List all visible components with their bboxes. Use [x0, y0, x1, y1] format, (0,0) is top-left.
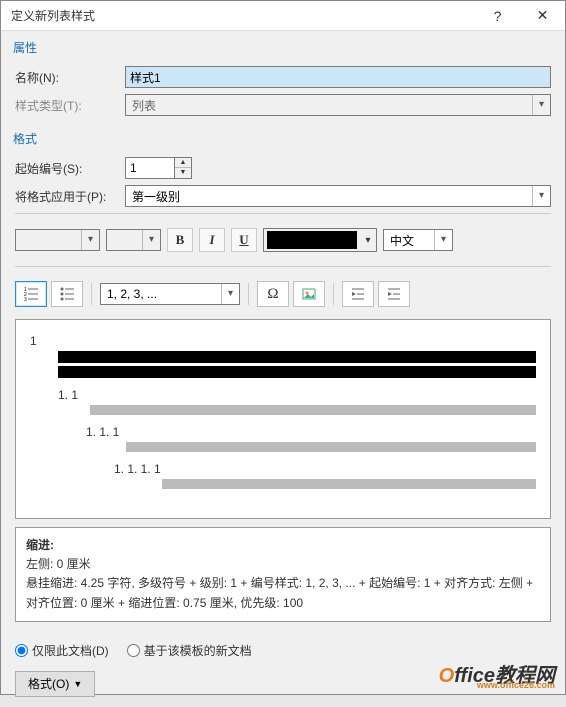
preview-pane: 1 1. 1 1. 1. 1 1. 1. 1. 1: [15, 319, 551, 519]
style-type-combo[interactable]: 列表 ▾: [125, 94, 551, 116]
spinner-up-icon[interactable]: ▲: [175, 158, 191, 168]
bold-button[interactable]: B: [167, 228, 193, 252]
separator: [333, 283, 334, 305]
divider: [15, 213, 551, 214]
bullet-list-button[interactable]: [51, 281, 83, 307]
increase-indent-button[interactable]: [378, 281, 410, 307]
chevron-down-icon: ▾: [221, 284, 239, 304]
font-family-combo[interactable]: ▾: [15, 229, 100, 251]
format-menu-button[interactable]: 格式(O) ▼: [15, 671, 95, 697]
chevron-down-icon: ▾: [360, 235, 376, 246]
divider: [15, 266, 551, 267]
svg-text:3: 3: [24, 297, 27, 302]
dialog-title: 定义新列表样式: [11, 7, 475, 24]
spinner-down-icon[interactable]: ▼: [175, 168, 191, 178]
apply-to-combo[interactable]: 第一级别 ▾: [125, 185, 551, 207]
preview-level-1: 1: [30, 334, 536, 348]
chevron-down-icon: ▼: [73, 679, 82, 689]
font-toolbar: ▾ ▾ B I U ▾ 中文▾: [15, 220, 551, 260]
picture-button[interactable]: [293, 281, 325, 307]
chevron-down-icon: ▾: [532, 95, 550, 115]
chevron-down-icon: ▾: [434, 230, 452, 250]
close-button[interactable]: ✕: [520, 1, 565, 31]
name-label: 名称(N):: [15, 69, 125, 86]
radio-this-doc[interactable]: 仅限此文档(D): [15, 642, 109, 659]
preview-level-3: 1. 1. 1: [86, 425, 536, 439]
start-number-input[interactable]: [125, 157, 175, 179]
underline-button[interactable]: U: [231, 228, 257, 252]
help-button[interactable]: ?: [475, 1, 520, 31]
titlebar: 定义新列表样式 ? ✕: [1, 1, 565, 31]
radio-template[interactable]: 基于该模板的新文档: [127, 642, 252, 659]
start-number-label: 起始编号(S):: [15, 160, 125, 177]
chevron-down-icon: ▾: [532, 186, 550, 206]
style-summary: 缩进: 左侧: 0 厘米 悬挂缩进: 4.25 字符, 多级符号 + 级别: 1…: [15, 527, 551, 622]
section-format: 格式: [1, 122, 565, 151]
watermark: Office教程网 www.office26.com: [439, 659, 555, 688]
name-input[interactable]: [125, 66, 551, 88]
preview-level-2: 1. 1: [58, 388, 536, 402]
separator: [248, 283, 249, 305]
number-format-combo[interactable]: 1, 2, 3, ...▾: [100, 283, 240, 305]
section-properties: 属性: [1, 31, 565, 60]
language-combo[interactable]: 中文▾: [383, 229, 453, 251]
color-swatch: [267, 231, 357, 249]
separator: [91, 283, 92, 305]
apply-to-label: 将格式应用于(P):: [15, 188, 125, 205]
chevron-down-icon: ▾: [81, 230, 99, 250]
decrease-indent-button[interactable]: [342, 281, 374, 307]
italic-button[interactable]: I: [199, 228, 225, 252]
start-number-spinner[interactable]: ▲ ▼: [125, 157, 192, 179]
dialog-define-list-style: 定义新列表样式 ? ✕ 属性 名称(N): 样式类型(T): 列表 ▾ 格式 起…: [0, 0, 566, 695]
style-type-label: 样式类型(T):: [15, 97, 125, 114]
font-color-combo[interactable]: ▾: [263, 228, 377, 252]
preview-level-4: 1. 1. 1. 1: [114, 462, 536, 476]
chevron-down-icon: ▾: [142, 230, 160, 250]
symbol-button[interactable]: Ω: [257, 281, 289, 307]
numbered-list-button[interactable]: 123: [15, 281, 47, 307]
font-size-combo[interactable]: ▾: [106, 229, 161, 251]
list-toolbar: 123 1, 2, 3, ...▾ Ω: [15, 273, 551, 315]
